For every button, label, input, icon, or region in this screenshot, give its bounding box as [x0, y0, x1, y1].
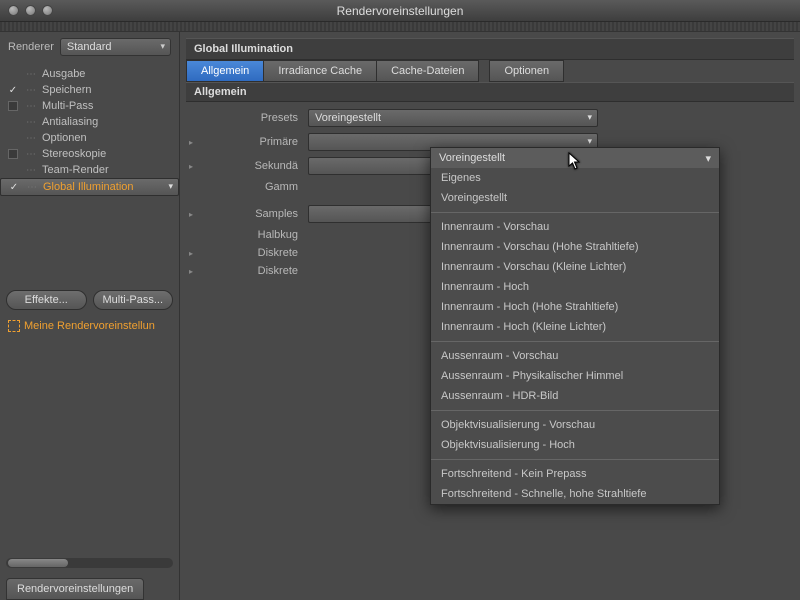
- sidebar-item[interactable]: ⋯ Antialiasing: [0, 114, 179, 130]
- zoom-icon[interactable]: [42, 5, 53, 16]
- checkbox[interactable]: [6, 116, 20, 128]
- sidebar-item-label: Speichern: [42, 84, 92, 96]
- gamma-label: Gamm: [202, 181, 302, 193]
- checkbox[interactable]: [6, 148, 20, 160]
- sidebar-item-label: Global Illumination: [43, 181, 134, 193]
- tree-branch-icon: ⋯: [24, 149, 38, 160]
- tree-branch-icon: ⋯: [24, 117, 38, 128]
- sidebar-item[interactable]: ⋯ Stereoskopie: [0, 146, 179, 162]
- main-panel: Global Illumination AllgemeinIrradiance …: [180, 32, 800, 600]
- checkbox[interactable]: [6, 68, 20, 80]
- sidebar-item[interactable]: ⋯ Multi-Pass: [0, 98, 179, 114]
- tree-branch-icon: ⋯: [24, 85, 38, 96]
- disclosure-icon[interactable]: [186, 210, 196, 219]
- sidebar: Renderer Standard ⋯Ausgabe✓⋯Speichern⋯Mu…: [0, 32, 180, 600]
- tree-branch-icon: ⋯: [24, 165, 38, 176]
- dropdown-option[interactable]: Fortschreitend - Schnelle, hohe Strahlti…: [431, 484, 719, 504]
- dropdown-option[interactable]: Objektvisualisierung - Hoch: [431, 435, 719, 455]
- sidebar-scrollbar[interactable]: [6, 558, 173, 568]
- separator: [431, 410, 719, 411]
- tab[interactable]: Optionen: [489, 60, 564, 82]
- sidebar-item[interactable]: ✓ ⋯ Speichern: [0, 82, 179, 98]
- dropdown-option[interactable]: Innenraum - Hoch (Kleine Lichter): [431, 317, 719, 337]
- bottom-tab[interactable]: Rendervoreinstellungen: [6, 578, 144, 600]
- my-presets[interactable]: Meine Rendervoreinstellun: [0, 316, 179, 336]
- dropdown-option[interactable]: Objektvisualisierung - Vorschau: [431, 415, 719, 435]
- separator: [431, 459, 719, 460]
- tree-branch-icon: ⋯: [24, 101, 38, 112]
- dropdown-option[interactable]: Innenraum - Vorschau: [431, 217, 719, 237]
- my-presets-label: Meine Rendervoreinstellun: [24, 320, 155, 332]
- renderer-label: Renderer: [8, 41, 54, 53]
- sidebar-item-label: Optionen: [42, 132, 87, 144]
- sidebar-item-label: Ausgabe: [42, 68, 85, 80]
- dropdown-option[interactable]: Innenraum - Vorschau (Kleine Lichter): [431, 257, 719, 277]
- dropdown-option[interactable]: Aussenraum - HDR-Bild: [431, 386, 719, 406]
- sidebar-item-label: Team-Render: [42, 164, 109, 176]
- disclosure-icon[interactable]: [186, 249, 196, 258]
- tree-branch-icon: ⋯: [24, 69, 38, 80]
- titlebar: Rendervoreinstellungen: [0, 0, 800, 22]
- primary-label: Primäre: [202, 136, 302, 148]
- tab[interactable]: Cache-Dateien: [377, 60, 479, 82]
- panel-title: Global Illumination: [186, 38, 794, 60]
- checkbox[interactable]: [6, 100, 20, 112]
- settings-tree: ⋯Ausgabe✓⋯Speichern⋯Multi-Pass⋯Antialias…: [0, 62, 179, 284]
- disclosure-icon[interactable]: [186, 162, 196, 171]
- close-icon[interactable]: [8, 5, 19, 16]
- dropdown-option[interactable]: Aussenraum - Physikalischer Himmel: [431, 366, 719, 386]
- tab[interactable]: Allgemein: [186, 60, 264, 82]
- diskrete2-label: Diskrete: [202, 265, 302, 277]
- presets-dropdown[interactable]: Voreingestellt EigenesVoreingestelltInne…: [430, 147, 720, 505]
- sidebar-item-label: Antialiasing: [42, 116, 98, 128]
- sidebar-item-label: Stereoskopie: [42, 148, 106, 160]
- cursor-icon: [568, 152, 582, 173]
- sidebar-item[interactable]: ✓ ⋯ Global Illumination: [0, 178, 179, 196]
- tab-bar: AllgemeinIrradiance CacheCache-Dateien Op…: [186, 60, 794, 82]
- sidebar-item-label: Multi-Pass: [42, 100, 93, 112]
- checkbox[interactable]: ✓: [6, 84, 20, 96]
- checkbox[interactable]: ✓: [7, 181, 21, 193]
- multipass-button[interactable]: Multi-Pass...: [93, 290, 174, 310]
- dropdown-option[interactable]: Voreingestellt: [431, 188, 719, 208]
- checkbox[interactable]: [6, 164, 20, 176]
- tree-branch-icon: ⋯: [25, 182, 39, 193]
- section-header: Allgemein: [186, 82, 794, 102]
- dropdown-option[interactable]: Innenraum - Hoch: [431, 277, 719, 297]
- halbkugel-label: Halbkug: [202, 229, 302, 241]
- tab[interactable]: Irradiance Cache: [264, 60, 377, 82]
- separator: [431, 212, 719, 213]
- sidebar-item[interactable]: ⋯ Optionen: [0, 130, 179, 146]
- tree-branch-icon: ⋯: [24, 133, 38, 144]
- disclosure-icon[interactable]: [186, 267, 196, 276]
- separator: [431, 341, 719, 342]
- samples-label: Samples: [202, 208, 302, 220]
- effects-button[interactable]: Effekte...: [6, 290, 87, 310]
- dropdown-option[interactable]: Innenraum - Vorschau (Hohe Strahltiefe): [431, 237, 719, 257]
- sidebar-item[interactable]: ⋯ Ausgabe: [0, 66, 179, 82]
- dropdown-option[interactable]: Innenraum - Hoch (Hohe Strahltiefe): [431, 297, 719, 317]
- diskrete1-label: Diskrete: [202, 247, 302, 259]
- dropdown-option[interactable]: Fortschreitend - Kein Prepass: [431, 464, 719, 484]
- preset-icon: [8, 320, 20, 332]
- presets-select[interactable]: Voreingestellt: [308, 109, 598, 127]
- checkbox[interactable]: [6, 132, 20, 144]
- toolbar-grip[interactable]: [0, 22, 800, 32]
- dropdown-option[interactable]: Aussenraum - Vorschau: [431, 346, 719, 366]
- disclosure-icon[interactable]: [186, 138, 196, 147]
- window-controls: [8, 5, 53, 16]
- presets-label: Presets: [202, 112, 302, 124]
- window-title: Rendervoreinstellungen: [0, 4, 800, 18]
- minimize-icon[interactable]: [25, 5, 36, 16]
- renderer-select[interactable]: Standard: [60, 38, 171, 56]
- secondary-label: Sekundä: [202, 160, 302, 172]
- sidebar-item[interactable]: ⋯ Team-Render: [0, 162, 179, 178]
